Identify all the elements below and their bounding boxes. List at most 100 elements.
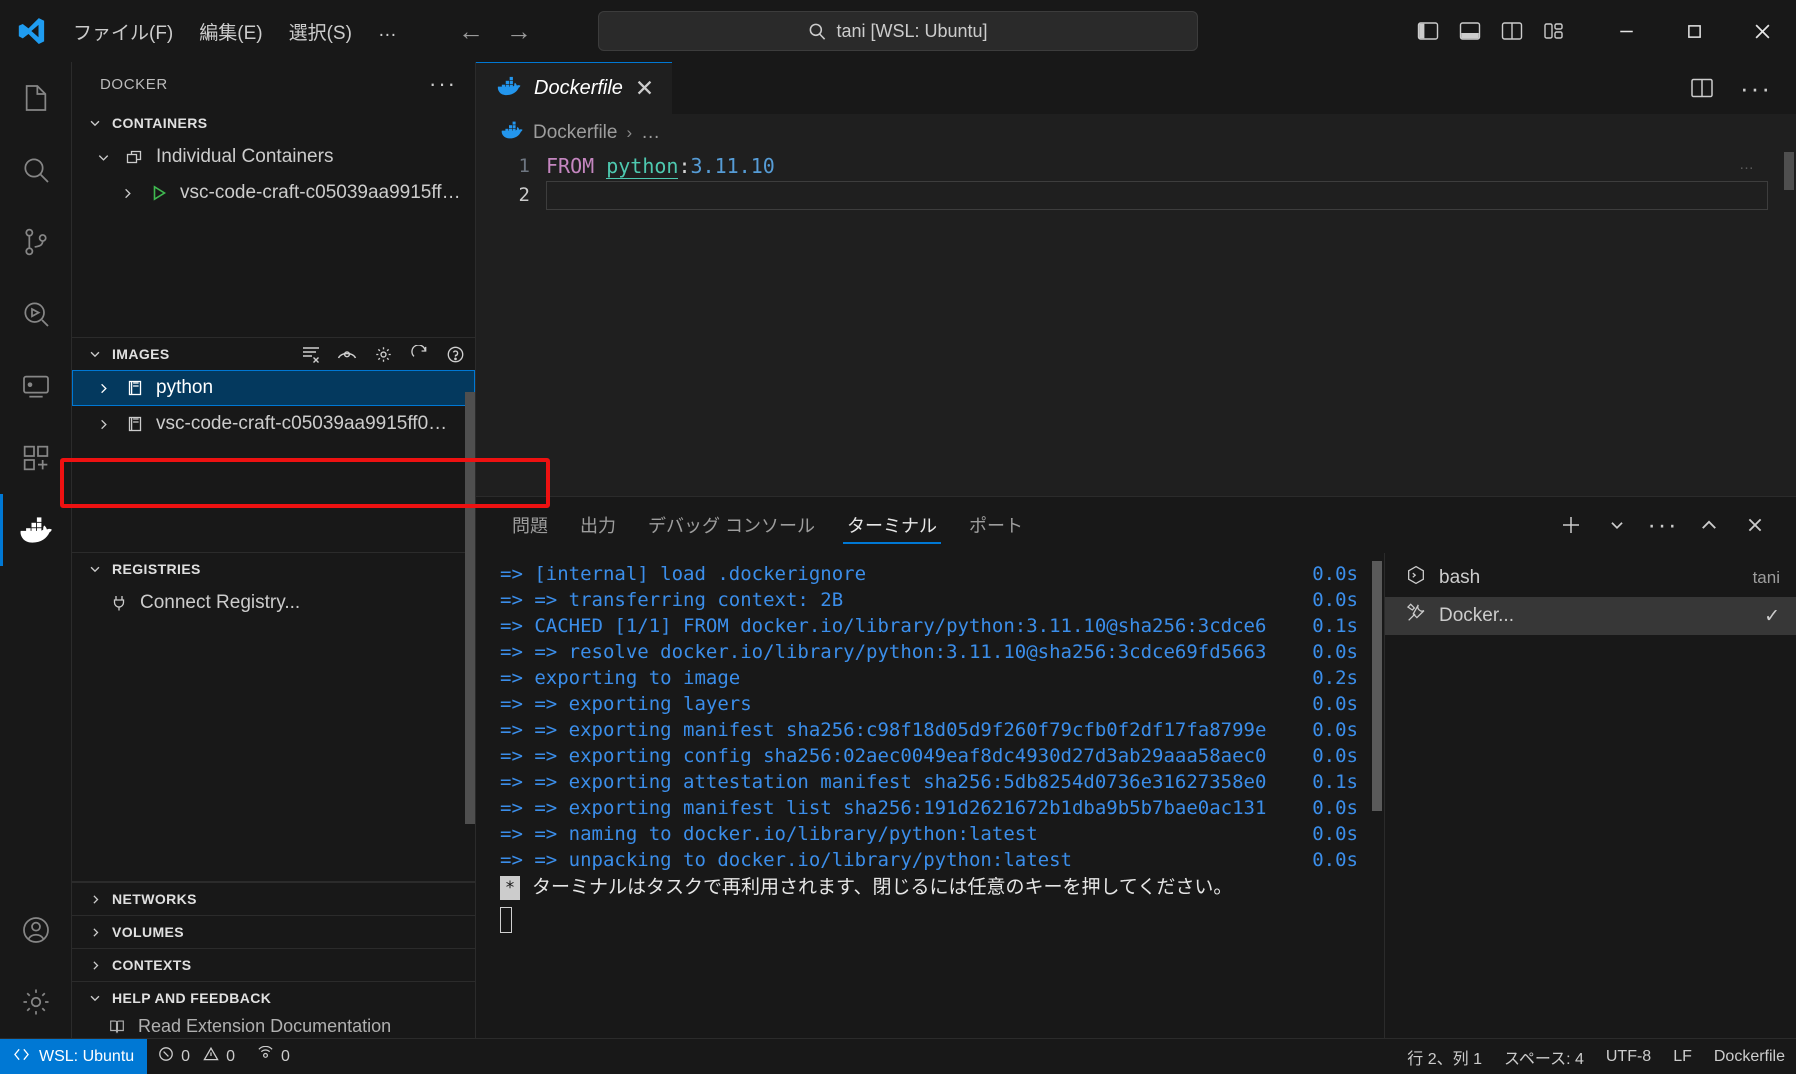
command-center[interactable]: tani [WSL: Ubuntu]: [598, 11, 1198, 51]
menu-more[interactable]: …: [367, 15, 408, 47]
terminal-line-text: => => unpacking to docker.io/library/pyt…: [500, 847, 1294, 873]
chevron-down-icon: [86, 991, 104, 1005]
clear-filter-icon[interactable]: [301, 344, 321, 364]
gear-icon[interactable]: [373, 344, 393, 364]
terminal-line-time: 0.0s: [1294, 717, 1384, 743]
status-remote-indicator[interactable]: WSL: Ubuntu: [0, 1039, 147, 1074]
section-header-help-and-feedback[interactable]: HELP AND FEEDBACK: [72, 981, 475, 1014]
status-ports-count: 0: [281, 1048, 290, 1066]
section-header-volumes[interactable]: VOLUMES: [72, 915, 475, 948]
close-icon[interactable]: ✕: [635, 77, 654, 100]
token-image: python: [606, 154, 678, 179]
breadcrumb: Dockerfile › …: [476, 114, 1796, 152]
terminal-line: => => naming to docker.io/library/python…: [476, 821, 1384, 847]
status-eol[interactable]: LF: [1662, 1039, 1703, 1074]
sidebar-more-actions-icon[interactable]: ···: [429, 71, 457, 97]
help-icon[interactable]: [445, 344, 465, 364]
activity-docker[interactable]: [0, 494, 72, 566]
menu-selection[interactable]: 選択(S): [278, 13, 363, 50]
tab-terminal[interactable]: ターミナル: [831, 497, 953, 553]
terminal-scrollbar[interactable]: [1372, 561, 1382, 961]
tree-row-connect-registry[interactable]: Connect Registry...: [72, 585, 475, 621]
chevron-right-icon[interactable]: [116, 186, 138, 201]
terminal-line: => => resolve docker.io/library/python:3…: [476, 639, 1384, 665]
tab-ports[interactable]: ポート: [953, 497, 1039, 553]
go-back-icon[interactable]: ←: [458, 18, 484, 44]
section-header-containers[interactable]: CONTAINERS: [72, 106, 475, 139]
navigation-arrows: ← →: [458, 18, 532, 44]
close-panel-icon[interactable]: [1736, 506, 1774, 544]
tree-row-container-instance[interactable]: vsc-code-craft-c05039aa9915ff…: [72, 175, 475, 211]
chevron-down-icon[interactable]: [92, 150, 114, 165]
terminal-line-text: => => naming to docker.io/library/python…: [500, 821, 1294, 847]
editor-scrollbar-thumb[interactable]: [1784, 152, 1794, 190]
tab-output[interactable]: 出力: [564, 497, 632, 553]
activity-explorer[interactable]: [0, 62, 72, 134]
activity-extensions[interactable]: [0, 422, 72, 494]
terminal-list-item-bash[interactable]: bash tani: [1385, 559, 1796, 597]
section-header-contexts[interactable]: CONTEXTS: [72, 948, 475, 981]
status-ports[interactable]: 0: [246, 1039, 301, 1074]
window-close-button[interactable]: [1728, 0, 1796, 62]
section-header-registries[interactable]: REGISTRIES: [72, 552, 475, 585]
status-problems[interactable]: 0 0: [147, 1039, 246, 1074]
status-encoding[interactable]: UTF-8: [1595, 1039, 1662, 1074]
workbench-body: DOCKER ··· CONTAINERS: [0, 62, 1796, 1038]
tab-debug-console[interactable]: デバッグ コンソール: [632, 497, 831, 553]
tree-row-individual-containers[interactable]: Individual Containers: [72, 139, 475, 175]
toggle-panel-icon[interactable]: [1457, 19, 1482, 44]
go-forward-icon[interactable]: →: [506, 18, 532, 44]
section-label-images: IMAGES: [112, 346, 170, 362]
tree-row-read-docs[interactable]: Read Extension Documentation: [72, 1014, 475, 1038]
more-actions-icon[interactable]: ···: [1644, 506, 1682, 544]
terminal-output[interactable]: => [internal] load .dockerignore0.0s => …: [476, 553, 1384, 1038]
activity-settings[interactable]: [0, 966, 72, 1038]
tab-dockerfile[interactable]: Dockerfile ✕: [476, 62, 672, 114]
breadcrumb-item-file[interactable]: Dockerfile: [533, 122, 617, 144]
chevron-down-icon[interactable]: [1598, 506, 1636, 544]
split-editor-icon[interactable]: [1690, 77, 1714, 99]
section-header-images[interactable]: IMAGES: [72, 337, 475, 370]
window-maximize-button[interactable]: [1660, 0, 1728, 62]
terminal-scrollbar-thumb[interactable]: [1372, 561, 1382, 811]
new-terminal-icon[interactable]: [1552, 506, 1590, 544]
sidebar-scrollbar[interactable]: [465, 392, 475, 824]
customize-layout-icon[interactable]: [1541, 19, 1566, 44]
token-colon: :: [678, 154, 690, 178]
terminal-list-item-docker-task[interactable]: Docker... ✓: [1385, 597, 1796, 635]
terminal-line-text: => => exporting manifest list sha256:191…: [500, 795, 1294, 821]
status-cursor-position[interactable]: 行 2、列 1: [1396, 1039, 1493, 1074]
breadcrumb-item-symbol[interactable]: …: [641, 122, 660, 144]
refresh-icon[interactable]: [409, 344, 429, 364]
menu-file[interactable]: ファイル(F): [62, 13, 184, 50]
eye-icon[interactable]: [337, 344, 357, 364]
tree-row-image-vsc[interactable]: vsc-code-craft-c05039aa9915ff0…: [72, 406, 475, 442]
sidebar-scrollbar-thumb[interactable]: [465, 392, 475, 824]
book-icon: [106, 1017, 128, 1035]
section-header-networks[interactable]: NETWORKS: [72, 882, 475, 915]
code-editor[interactable]: 1 2 FROM python:3.11.10 …: [476, 152, 1796, 496]
more-actions-icon[interactable]: ···: [1740, 73, 1772, 104]
status-language-mode[interactable]: Dockerfile: [1703, 1039, 1796, 1074]
remote-icon: [13, 1047, 30, 1067]
activity-accounts[interactable]: [0, 894, 72, 966]
panel-header: 問題 出力 デバッグ コンソール ターミナル ポート ···: [476, 497, 1796, 553]
editor-and-panel: Dockerfile ✕ ··· Dockerfile: [476, 62, 1796, 1038]
toggle-primary-sidebar-icon[interactable]: [1415, 19, 1440, 44]
menu-edit[interactable]: 編集(E): [188, 13, 273, 50]
activity-remote-explorer[interactable]: [0, 350, 72, 422]
current-line-highlight: [546, 181, 1768, 210]
sidebar-header: DOCKER ···: [72, 62, 475, 106]
chevron-up-icon[interactable]: [1690, 506, 1728, 544]
chevron-right-icon[interactable]: [92, 417, 114, 432]
activity-source-control[interactable]: [0, 206, 72, 278]
activity-run-and-debug[interactable]: [0, 278, 72, 350]
status-indentation[interactable]: スペース: 4: [1493, 1039, 1595, 1074]
toggle-secondary-sidebar-icon[interactable]: [1499, 19, 1524, 44]
tree-row-image-python[interactable]: python: [72, 370, 475, 406]
window-minimize-button[interactable]: [1592, 0, 1660, 62]
code-lines[interactable]: FROM python:3.11.10 …: [546, 152, 1796, 496]
activity-search[interactable]: [0, 134, 72, 206]
chevron-right-icon[interactable]: [92, 381, 114, 396]
tab-problems[interactable]: 問題: [496, 497, 564, 553]
